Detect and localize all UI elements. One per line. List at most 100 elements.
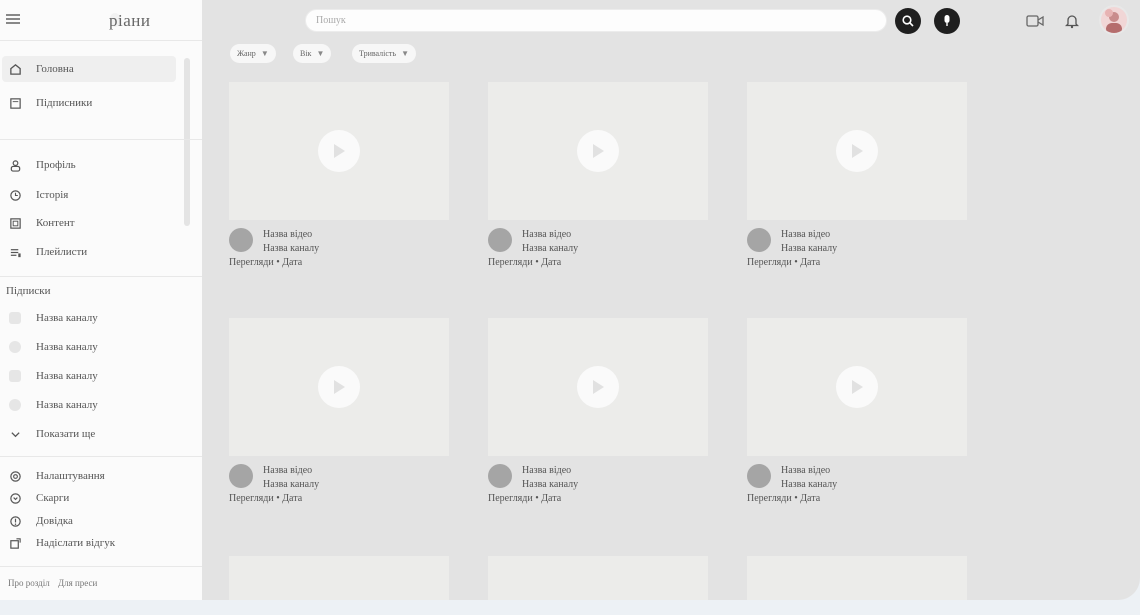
channel-name[interactable]: Назва каналу — [781, 243, 837, 254]
video-stats: Перегляди • Дата — [488, 257, 562, 268]
video-title[interactable]: Назва відео — [522, 229, 571, 240]
voice-search-button[interactable] — [934, 8, 960, 34]
play-icon[interactable] — [577, 366, 619, 408]
video-title[interactable]: Назва відео — [781, 229, 830, 240]
divider — [0, 456, 202, 457]
sidebar-item-home[interactable]: Головна — [2, 56, 176, 82]
video-card[interactable]: Назва відео Назва каналу Перегляди • Дат… — [229, 82, 449, 272]
search-input[interactable] — [306, 10, 886, 31]
video-title[interactable]: Назва відео — [522, 465, 571, 476]
sidebar-item-label: Скарги — [36, 492, 70, 504]
video-stats: Перегляди • Дата — [229, 493, 303, 504]
logo[interactable]: pіани — [109, 11, 150, 31]
history-icon — [4, 189, 26, 202]
video-thumbnail[interactable] — [747, 556, 967, 600]
create-video-button[interactable] — [1025, 11, 1045, 31]
channel-avatar[interactable] — [488, 464, 512, 488]
sidebar-item-content[interactable]: Контент — [2, 210, 176, 236]
play-icon[interactable] — [836, 130, 878, 172]
video-title[interactable]: Назва відео — [263, 229, 312, 240]
video-card[interactable]: Назва відео Назва каналу Перегляди • Дат… — [488, 318, 708, 508]
sidebar-item-label: Плейлисти — [36, 246, 88, 258]
sidebar-scrollbar[interactable] — [184, 58, 190, 226]
sidebar-item-label: Контент — [36, 217, 75, 229]
channel-name[interactable]: Назва каналу — [781, 479, 837, 490]
app-window: pіани Головна Підписники Профіль Історія… — [0, 0, 1140, 600]
subscription-item[interactable]: Назва каналу — [2, 305, 176, 331]
filter-label: Жанр — [237, 49, 256, 58]
video-thumbnail[interactable] — [488, 556, 708, 600]
channel-name[interactable]: Назва каналу — [522, 479, 578, 490]
footer-link-press[interactable]: Для преси — [58, 578, 97, 588]
play-icon[interactable] — [318, 130, 360, 172]
profile-icon — [4, 159, 26, 172]
channel-name[interactable]: Назва каналу — [522, 243, 578, 254]
video-title[interactable]: Назва відео — [781, 465, 830, 476]
video-thumbnail[interactable] — [747, 82, 967, 220]
sidebar-item-feedback[interactable]: Надіслати відгук — [2, 530, 176, 556]
play-icon[interactable] — [318, 366, 360, 408]
video-thumbnail[interactable] — [488, 82, 708, 220]
sidebar-item-label: Довідка — [36, 515, 73, 527]
chevron-down-icon: ▼ — [260, 49, 269, 58]
avatar-image — [1105, 9, 1122, 33]
sidebar-item-subscribers[interactable]: Підписники — [2, 90, 176, 116]
notifications-button[interactable] — [1062, 11, 1082, 31]
subscription-item[interactable]: Назва каналу — [2, 334, 176, 360]
menu-icon[interactable] — [6, 12, 20, 26]
user-avatar[interactable] — [1099, 5, 1129, 35]
sidebar-item-history[interactable]: Історія — [2, 182, 176, 208]
play-icon[interactable] — [836, 366, 878, 408]
search-button[interactable] — [895, 8, 921, 34]
video-card[interactable]: Назва відео Назва каналу Перегляди • Дат… — [747, 82, 967, 272]
filter-age[interactable]: Вік ▼ — [293, 44, 332, 63]
filter-label: Тривалість — [359, 49, 397, 58]
channel-name[interactable]: Назва каналу — [263, 479, 319, 490]
video-thumbnail[interactable] — [229, 556, 449, 600]
show-more-button[interactable]: Показати ще — [2, 421, 176, 447]
video-thumbnail[interactable] — [229, 82, 449, 220]
video-card[interactable]: Назва відео Назва каналу Перегляди • Дат… — [747, 318, 967, 508]
search-icon — [902, 15, 914, 27]
subscription-item[interactable]: Назва каналу — [2, 363, 176, 389]
settings-icon — [4, 470, 26, 483]
sidebar-item-playlists[interactable]: Плейлисти — [2, 239, 176, 265]
channel-name[interactable]: Назва каналу — [263, 243, 319, 254]
play-icon[interactable] — [577, 130, 619, 172]
video-title[interactable]: Назва відео — [263, 465, 312, 476]
sidebar-item-label: Налаштування — [36, 470, 105, 482]
microphone-icon — [944, 15, 950, 26]
footer-link-about[interactable]: Про розділ — [8, 578, 50, 588]
channel-avatar[interactable] — [229, 464, 253, 488]
channel-avatar[interactable] — [488, 228, 512, 252]
subscription-item[interactable]: Назва каналу — [2, 392, 176, 418]
video-thumbnail[interactable] — [488, 318, 708, 456]
video-stats: Перегляди • Дата — [747, 257, 821, 268]
video-card[interactable]: Назва відео Назва каналу Перегляди • Дат… — [488, 82, 708, 272]
sidebar-item-profile[interactable]: Профіль — [2, 152, 176, 178]
search-box[interactable] — [305, 9, 887, 32]
video-card[interactable]: Назва відео Назва каналу Перегляди • Дат… — [229, 318, 449, 508]
chevron-down-icon: ▼ — [316, 49, 325, 58]
video-thumbnail[interactable] — [229, 318, 449, 456]
channel-avatar[interactable] — [747, 228, 771, 252]
channel-avatar[interactable] — [747, 464, 771, 488]
subscriptions-icon — [4, 97, 26, 110]
filter-label: Вік — [300, 49, 312, 58]
chevron-down-icon: ▼ — [401, 49, 409, 58]
sidebar-item-label: Підписники — [36, 97, 93, 109]
sidebar-item-label: Надіслати відгук — [36, 537, 116, 549]
filter-duration[interactable]: Тривалість ▼ — [352, 44, 416, 63]
sidebar-item-label: Профіль — [36, 159, 76, 171]
channel-avatar — [9, 399, 21, 411]
channel-name: Назва каналу — [36, 312, 98, 324]
channel-avatar[interactable] — [229, 228, 253, 252]
video-stats: Перегляди • Дата — [229, 257, 303, 268]
filter-genre[interactable]: Жанр ▼ — [230, 44, 276, 63]
channel-name: Назва каналу — [36, 370, 98, 382]
report-icon — [4, 492, 26, 505]
video-thumbnail[interactable] — [747, 318, 967, 456]
divider — [0, 276, 202, 277]
home-icon — [4, 63, 26, 76]
sidebar-item-label: Історія — [36, 189, 69, 201]
